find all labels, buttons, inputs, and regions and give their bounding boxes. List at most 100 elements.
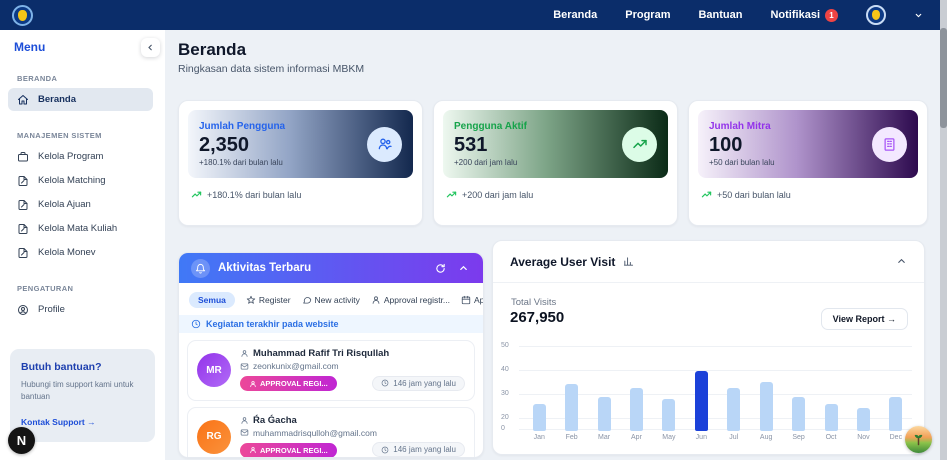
- stat-card-trend-text: +200 dari jam lalu: [462, 189, 534, 200]
- aktivitas-header: Aktivitas Terbaru: [179, 253, 483, 283]
- bar-dec[interactable]: [889, 397, 903, 431]
- bar-column: Dec: [880, 337, 912, 443]
- bar-column: Oct: [815, 337, 847, 443]
- chevron-left-icon: [146, 43, 155, 52]
- approval-badge[interactable]: APPROVAL REGI...: [240, 376, 337, 391]
- bar-jul[interactable]: [727, 388, 741, 431]
- stat-card-trend: +200 dari jam lalu: [443, 189, 668, 200]
- users-icon: [367, 126, 402, 162]
- approval-badge[interactable]: APPROVAL REGI...: [240, 442, 337, 457]
- bar-may[interactable]: [662, 399, 676, 431]
- nav-link-bantuan[interactable]: Bantuan: [698, 9, 742, 21]
- scrollbar[interactable]: [940, 0, 947, 460]
- help-card: Butuh bantuan? Hubungi tim support kami …: [10, 349, 155, 442]
- sidebar-item-kelola-matching[interactable]: Kelola Matching: [8, 169, 153, 192]
- chat-icon: [302, 295, 312, 305]
- contact-support-link[interactable]: Kontak Support →: [21, 417, 96, 427]
- page-subtitle: Ringkasan data sistem informasi MBKM: [178, 63, 365, 75]
- envelope-icon: [240, 362, 249, 371]
- user-avatar[interactable]: [866, 5, 886, 25]
- sidebar-item-kelola-mata-kuliah[interactable]: Kelola Mata Kuliah: [8, 217, 153, 240]
- tab-semua[interactable]: Semua: [189, 292, 235, 308]
- stat-card-title: Pengguna Aktif: [454, 121, 527, 132]
- envelope-icon: [240, 428, 249, 437]
- x-tick-label: Feb: [565, 434, 578, 441]
- calendar-icon: [461, 295, 471, 305]
- clock-icon: [381, 379, 389, 387]
- bar-nov[interactable]: [856, 408, 870, 431]
- tab-new-activity[interactable]: New activity: [302, 295, 360, 305]
- activity-time-badge: 146 jam yang lalu: [372, 442, 465, 457]
- stat-card-value: 531: [454, 134, 488, 156]
- nav-link-notifikasi[interactable]: Notifikasi 1: [770, 8, 838, 22]
- view-report-button[interactable]: View Report →: [820, 308, 908, 330]
- sidebar-item-profile[interactable]: Profile: [8, 298, 153, 321]
- sidebar-item-label: Beranda: [38, 94, 77, 105]
- bar-aug[interactable]: [759, 382, 773, 431]
- sidebar-item-kelola-monev[interactable]: Kelola Monev: [8, 241, 153, 264]
- sidebar-collapse-button[interactable]: [141, 38, 160, 57]
- activity-time-text: 146 jam yang lalu: [393, 445, 456, 454]
- nextjs-dev-badge[interactable]: N: [8, 427, 35, 454]
- file-pen-icon: [17, 247, 29, 259]
- collapse-chart-button[interactable]: [896, 256, 907, 267]
- bar-column: May: [653, 337, 685, 443]
- chevron-down-icon[interactable]: [914, 11, 923, 20]
- sidebar-section-manajemen: MANAJEMEN SISTEM: [17, 131, 102, 140]
- user-icon: [249, 380, 257, 388]
- total-visits-value: 267,950: [510, 309, 565, 326]
- bar-jun[interactable]: [694, 371, 708, 431]
- bar-jan[interactable]: [532, 404, 546, 431]
- star-icon: [246, 295, 256, 305]
- stat-card-subtitle: +200 dari jam lalu: [454, 158, 518, 167]
- x-tick-label: Dec: [889, 434, 903, 441]
- file-pen-icon: [17, 223, 29, 235]
- bar-feb[interactable]: [565, 384, 579, 431]
- activity-item[interactable]: RG Ŕa Ǵacha muhammadrisqulloh@gmail.com …: [187, 406, 475, 457]
- nav-link-program[interactable]: Program: [625, 9, 670, 21]
- bar-apr[interactable]: [629, 388, 643, 431]
- sidebar-item-label: Kelola Monev: [38, 247, 96, 258]
- sidebar-item-label: Kelola Matching: [38, 175, 106, 186]
- chart-title: Average User Visit: [510, 254, 616, 269]
- x-tick-label: Jun: [695, 434, 707, 441]
- clock-icon: [381, 446, 389, 454]
- average-user-visit-panel: Average User Visit Total Visits 267,950 …: [492, 240, 925, 455]
- scrollbar-thumb[interactable]: [940, 28, 947, 128]
- stat-card-subtitle: +50 dari bulan lalu: [709, 158, 775, 167]
- activity-info-bar: Kegiatan terakhir pada website: [179, 315, 483, 333]
- tab-approval-report[interactable]: Approval report: [461, 295, 483, 305]
- bar-mar[interactable]: [597, 397, 611, 431]
- tab-approval-register[interactable]: Approval registr...: [371, 295, 450, 305]
- bar-sep[interactable]: [792, 397, 806, 431]
- x-tick-label: Mar: [598, 434, 611, 441]
- landscape-sticker[interactable]: [905, 426, 932, 453]
- stat-card-banner: Jumlah Pengguna 2,350 +180.1% dari bulan…: [188, 110, 413, 178]
- sidebar-item-beranda[interactable]: Beranda: [8, 88, 153, 111]
- user-icon: [240, 349, 249, 358]
- app-window: Beranda Program Bantuan Notifikasi 1 Men…: [0, 0, 947, 460]
- help-card-title: Butuh bantuan?: [21, 361, 102, 373]
- x-tick-label: Jul: [729, 434, 739, 441]
- stat-card-trend: +50 dari bulan lalu: [698, 189, 918, 200]
- x-tick-label: Apr: [631, 434, 642, 441]
- y-tick-label: 40: [501, 366, 509, 373]
- nav-link-beranda[interactable]: Beranda: [553, 9, 597, 21]
- navbar-links: Beranda Program Bantuan Notifikasi 1: [553, 5, 923, 25]
- activity-item[interactable]: MR Muhammad Rafif Tri Risqullah zeonkuni…: [187, 340, 475, 401]
- user-circle-icon: [17, 304, 29, 316]
- bar-oct[interactable]: [824, 404, 838, 431]
- bell-icon: [191, 258, 210, 278]
- stat-card-title: Jumlah Mitra: [709, 121, 771, 132]
- trending-up-icon: [622, 126, 657, 162]
- approval-badge-label: APPROVAL REGI...: [260, 445, 328, 455]
- bar-column: Aug: [750, 337, 782, 443]
- refresh-button[interactable]: [433, 261, 448, 276]
- x-tick-label: Jan: [533, 434, 545, 441]
- tab-register[interactable]: Register: [246, 295, 291, 305]
- sidebar-item-kelola-program[interactable]: Kelola Program: [8, 145, 153, 168]
- sidebar-item-kelola-ajuan[interactable]: Kelola Ajuan: [8, 193, 153, 216]
- collapse-activity-button[interactable]: [456, 261, 471, 276]
- file-pen-icon: [17, 175, 29, 187]
- sidebar: Menu BERANDA Beranda MANAJEMEN SISTEM Ke…: [0, 30, 165, 460]
